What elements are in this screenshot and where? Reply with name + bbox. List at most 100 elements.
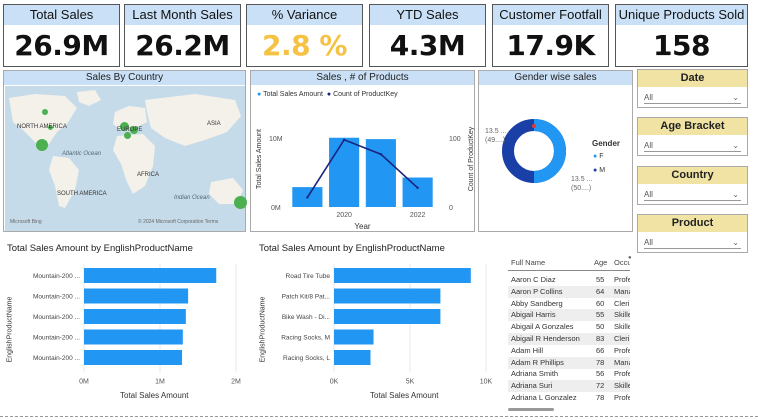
- combo-panel[interactable]: Sales , # of Products ● Total Sales Amou…: [250, 70, 475, 232]
- map-title: Sales By Country: [4, 71, 245, 85]
- bar1-plot[interactable]: 0M 1M 2M Mountain-200 ... Mountain-200 ... Mo…: [0, 260, 250, 405]
- cell-name: Abby Sandberg: [511, 298, 563, 308]
- kpi-card-0[interactable]: Total Sales 26.9M: [3, 4, 120, 67]
- table-row[interactable]: Aaron P Collins 64 Mana: [508, 285, 630, 298]
- donut-right-label: 13.5 ... (50....): [571, 176, 593, 192]
- slicer-value: All: [644, 238, 653, 247]
- kpi-card-4[interactable]: Customer Footfall 17.9K: [492, 4, 609, 67]
- table-scrollbar[interactable]: [508, 408, 554, 411]
- donut-legend-m: ● M: [593, 167, 606, 174]
- combo-point[interactable]: [342, 138, 346, 141]
- table-row[interactable]: Adam Hill 66 Profe: [508, 345, 630, 357]
- slicer-title: Date: [638, 70, 747, 87]
- combo-chart[interactable]: Total Sales Amount Count of ProductKey 10M…: [251, 101, 476, 233]
- table-row[interactable]: Abigail A Gonzales 50 Skille: [508, 321, 630, 333]
- table-row[interactable]: Adriana Suri 72 Skille: [508, 380, 630, 393]
- cell-occupation: Cleri: [614, 298, 630, 308]
- combo-bar[interactable]: [329, 137, 360, 207]
- bar1-bar[interactable]: [84, 329, 183, 345]
- bar2-plot[interactable]: 0K 5K 10K Road Tire Tube Patch Kit/8 Pat... B…: [250, 260, 500, 405]
- slicer-dropdown[interactable]: All ⌄: [644, 236, 741, 249]
- bar2-title: Total Sales Amount by EnglishProductName: [259, 243, 445, 254]
- bar1-category: Mountain-200 ...: [33, 314, 80, 321]
- bar2-bar[interactable]: [334, 309, 441, 324]
- bar2-category: Patch Kit/8 Pat...: [282, 294, 331, 301]
- bar1-bar[interactable]: [84, 309, 186, 324]
- slicer-country[interactable]: Country All ⌄: [637, 166, 748, 205]
- table-row[interactable]: Abigail Harris 55 Skille: [508, 309, 630, 322]
- cell-age: 78: [596, 357, 605, 367]
- kpi-title: Total Sales: [4, 5, 119, 25]
- slicer-value: All: [644, 190, 653, 199]
- slicer-title: Country: [638, 167, 747, 184]
- combo-xtick-2022: 2022: [410, 212, 426, 219]
- kpi-value: 17.9K: [506, 29, 595, 62]
- slicer-value: All: [644, 93, 653, 102]
- combo-ytick-0: 0: [449, 205, 453, 212]
- dot-na-large[interactable]: [36, 139, 48, 151]
- bar1-bar[interactable]: [84, 350, 183, 365]
- world-map[interactable]: [5, 86, 245, 231]
- donut-title: Gender wise sales: [479, 71, 632, 85]
- header-age[interactable]: Age: [594, 257, 607, 269]
- table-row[interactable]: Adriana L Gonzalez 78 Profe: [508, 392, 630, 404]
- map-panel[interactable]: Sales By Country NORTH AMERICA EUROPE ASIA…: [3, 70, 247, 232]
- kpi-title: Last Month Sales: [125, 5, 240, 25]
- bar2-bar[interactable]: [334, 268, 471, 283]
- combo-xtick-2020: 2020: [336, 212, 352, 219]
- cell-name: Abigail Harris: [511, 310, 556, 320]
- combo-point[interactable]: [416, 186, 419, 189]
- bar2-xlabel: Total Sales Amount: [370, 391, 439, 400]
- dot-eu-3[interactable]: [124, 132, 131, 139]
- combo-ytick-100: 100: [449, 136, 461, 143]
- kpi-card-5[interactable]: Unique Products Sold 158: [615, 4, 748, 67]
- table-row[interactable]: Abby Sandberg 60 Cleri: [508, 298, 630, 310]
- donut-panel[interactable]: Gender wise sales 13.5 ... (49....) 13.5…: [478, 70, 633, 232]
- cell-name: Adam Hill: [511, 345, 544, 355]
- bar2-xtick: 10K: [480, 379, 493, 386]
- bar-chart-1[interactable]: Total Sales Amount by EnglishProductName…: [0, 240, 250, 408]
- cell-age: 56: [596, 369, 605, 379]
- cell-age: 50: [596, 322, 605, 332]
- bar1-bar[interactable]: [84, 268, 217, 283]
- cell-occupation: Profe: [614, 393, 630, 402]
- slicer-product[interactable]: Product All ⌄: [637, 214, 748, 253]
- table-row[interactable]: Adriana Smith 56 Profe: [508, 368, 630, 380]
- kpi-value: 4.3M: [389, 29, 466, 62]
- map-label-asia: ASIA: [207, 121, 221, 127]
- cell-occupation: Skille: [614, 322, 630, 332]
- combo-point[interactable]: [379, 153, 383, 156]
- donut-left-label: 13.5 ... (49....): [485, 128, 507, 144]
- kpi-card-3[interactable]: YTD Sales 4.3M: [369, 4, 486, 67]
- bar2-category: Racing Socks, L: [283, 355, 330, 362]
- bar1-bar[interactable]: [84, 288, 189, 304]
- bar2-bar[interactable]: [334, 288, 441, 304]
- bar1-xtick: 0M: [79, 379, 89, 386]
- dot-au[interactable]: [234, 196, 247, 209]
- map-credit-left: Microsoft Bing: [10, 219, 42, 225]
- bar2-bar[interactable]: [334, 329, 374, 345]
- combo-point[interactable]: [306, 196, 309, 199]
- cell-age: 78: [596, 393, 605, 402]
- bar-chart-2[interactable]: Total Sales Amount by EnglishProductName…: [250, 240, 500, 408]
- slicer-dropdown[interactable]: All ⌄: [644, 91, 741, 104]
- slicer-dropdown[interactable]: All ⌄: [644, 188, 741, 201]
- slicer-age-bracket[interactable]: Age Bracket All ⌄: [637, 117, 748, 156]
- slicer-date[interactable]: Date All ⌄: [637, 69, 748, 108]
- combo-bar[interactable]: [402, 177, 433, 207]
- header-fullname[interactable]: Full Name: [511, 257, 545, 269]
- table-row[interactable]: Aaron C Diaz 55 Profe: [508, 274, 630, 286]
- combo-line[interactable]: [306, 138, 419, 198]
- kpi-card-2[interactable]: % Variance 2.8 %: [246, 4, 363, 67]
- table-row[interactable]: Abigail R Henderson 83 Cleri: [508, 333, 630, 345]
- bar2-bar[interactable]: [334, 350, 371, 365]
- kpi-card-1[interactable]: Last Month Sales 26.2M: [124, 4, 241, 67]
- bar1-xtick: 1M: [155, 379, 165, 386]
- dot-na-small[interactable]: [42, 109, 48, 115]
- bar2-category: Bike Wash - Di...: [282, 314, 330, 321]
- table-row[interactable]: Adam R Phillips 78 Mana: [508, 356, 630, 369]
- table-more-icon[interactable]: ●: [628, 255, 632, 261]
- slicer-dropdown[interactable]: All ⌄: [644, 139, 741, 152]
- kpi-value: 26.9M: [14, 29, 109, 62]
- cell-name: Adriana L Gonzalez: [511, 393, 577, 402]
